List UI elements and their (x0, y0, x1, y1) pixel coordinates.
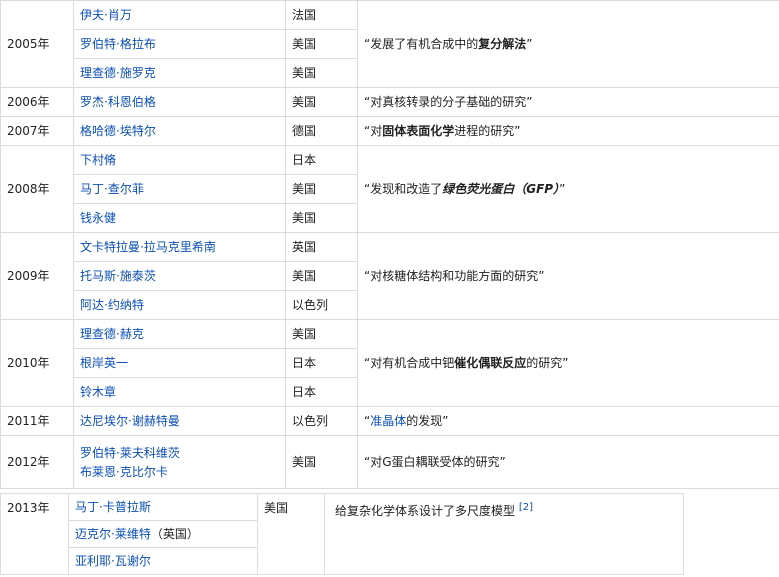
year-cell: 2010年 (0, 319, 74, 407)
year-cell: 2008年 (0, 145, 74, 233)
achievement-bold: 复分解法 (478, 37, 527, 51)
table-row: 2006年 罗杰·科恩伯格 美国 “对真核转录的分子基础的研究” (0, 87, 779, 117)
laureate-link[interactable]: 罗伯特·格拉布 (73, 29, 286, 59)
table-row: 2005年 伊夫·肖万 法国 “发展了有机合成中的复分解法” (0, 0, 779, 88)
laureate-link[interactable]: 铃木章 (73, 377, 286, 407)
laureate-link[interactable]: 达尼埃尔·谢赫特曼 (73, 406, 286, 436)
country-cell: 美国 (257, 493, 325, 575)
year-cell: 2013年 (0, 493, 69, 575)
table-row: 2009年 文卡特拉曼·拉马克里希南 英国 “对核糖体结构和功能方面的研究” (0, 232, 779, 320)
quasicrystal-link[interactable]: 准晶体 (370, 414, 406, 428)
achievement-cell: “发现和改造了绿色荧光蛋白（GFP）” (357, 145, 779, 233)
country-cell: 法国 (285, 0, 358, 30)
laureate-link[interactable]: 理查德·赫克 (73, 319, 286, 349)
table-row: 2012年 罗伯特·莱夫科维茨 布莱恩·克比尔卡 美国 “对G蛋白耦联受体的研究… (0, 435, 779, 489)
laureate-link[interactable]: 罗伯特·莱夫科维茨 (80, 445, 279, 461)
table-row: 2011年 达尼埃尔·谢赫特曼 以色列 “准晶体的发现” (0, 406, 779, 436)
achievement-cell: 给复杂化学体系设计了多尺度模型 [2] (324, 493, 684, 575)
country-cell: 美国 (285, 29, 358, 59)
achievement-text: “对 (364, 124, 383, 138)
achievement-text: 进程的研究” (454, 124, 521, 138)
laureate-link[interactable]: 下村脩 (73, 145, 286, 175)
achievement-cell: “对核糖体结构和功能方面的研究” (357, 232, 779, 320)
laureate-link[interactable]: 托马斯·施泰茨 (73, 261, 286, 291)
achievement-bold: 绿色荧光蛋白（GFP） (442, 182, 560, 196)
laureate-link[interactable]: 马丁·查尔菲 (73, 174, 286, 204)
laureate-link[interactable]: 阿达·约纳特 (73, 290, 286, 320)
laureate-names-cell: 罗伯特·莱夫科维茨 布莱恩·克比尔卡 (73, 435, 286, 489)
laureate-link[interactable]: 根岸英一 (73, 348, 286, 378)
achievement-cell: “发展了有机合成中的复分解法” (357, 0, 779, 88)
laureate-link[interactable]: 亚利耶·瓦谢尔 (68, 547, 258, 575)
laureate-link[interactable]: 伊夫·肖万 (73, 0, 286, 30)
laureate-link[interactable]: 文卡特拉曼·拉马克里希南 (73, 232, 286, 262)
country-cell: 以色列 (285, 406, 358, 436)
country-cell: 美国 (285, 203, 358, 233)
nobel-2013-table: 2013年 马丁·卡普拉斯 美国 给复杂化学体系设计了多尺度模型 [2] 迈克尔… (0, 493, 684, 575)
achievement-text: ” (559, 182, 566, 196)
laureate-link[interactable]: 格哈德·埃特尔 (73, 116, 286, 146)
achievement-bold: 固体表面化学 (382, 124, 455, 138)
laureate-names-cell: 迈克尔·莱维特（英国） (68, 520, 258, 548)
nobel-chemistry-table: 2005年 伊夫·肖万 法国 “发展了有机合成中的复分解法” 罗伯特·格拉布 美… (0, 0, 779, 489)
achievement-text: “对有机合成中钯 (364, 356, 455, 370)
table-row: 2007年 格哈德·埃特尔 德国 “对固体表面化学进程的研究” (0, 116, 779, 146)
achievement-cell: “准晶体的发现” (357, 406, 779, 436)
laureate-link[interactable]: 罗杰·科恩伯格 (73, 87, 286, 117)
country-cell: 日本 (285, 377, 358, 407)
laureate-link[interactable]: 钱永健 (73, 203, 286, 233)
country-cell: 日本 (285, 145, 358, 175)
country-cell: 美国 (285, 435, 358, 489)
country-cell: 美国 (285, 261, 358, 291)
achievement-cell: “对G蛋白耦联受体的研究” (357, 435, 779, 489)
year-cell: 2005年 (0, 0, 74, 88)
country-cell: 美国 (285, 58, 358, 88)
year-cell: 2012年 (0, 435, 74, 489)
table-row: 2010年 理查德·赫克 美国 “对有机合成中钯催化偶联反应的研究” (0, 319, 779, 407)
country-cell: 日本 (285, 348, 358, 378)
achievement-text: 的发现” (406, 414, 449, 428)
laureate-link[interactable]: 布莱恩·克比尔卡 (80, 464, 279, 480)
country-cell: 德国 (285, 116, 358, 146)
year-cell: 2011年 (0, 406, 74, 436)
achievement-cell: “对真核转录的分子基础的研究” (357, 87, 779, 117)
year-cell: 2007年 (0, 116, 74, 146)
table-row: 2008年 下村脩 日本 “发现和改造了绿色荧光蛋白（GFP）” (0, 145, 779, 233)
table-row: 2013年 马丁·卡普拉斯 美国 给复杂化学体系设计了多尺度模型 [2] (0, 493, 684, 575)
achievement-text: “发现和改造了 (364, 182, 443, 196)
year-cell: 2009年 (0, 232, 74, 320)
nationality-note: （英国） (150, 527, 199, 541)
achievement-text: 给复杂化学体系设计了多尺度模型 (335, 504, 516, 518)
reference-link[interactable]: [2] (519, 502, 533, 513)
laureate-link[interactable]: 理查德·施罗克 (73, 58, 286, 88)
achievement-text: 的研究” (526, 356, 569, 370)
achievement-cell: “对固体表面化学进程的研究” (357, 116, 779, 146)
achievement-text: “发展了有机合成中的 (364, 37, 479, 51)
country-cell: 以色列 (285, 290, 358, 320)
country-cell: 美国 (285, 319, 358, 349)
achievement-text: ” (526, 37, 533, 51)
country-cell: 英国 (285, 232, 358, 262)
laureate-link[interactable]: 马丁·卡普拉斯 (68, 493, 258, 521)
achievement-cell: “对有机合成中钯催化偶联反应的研究” (357, 319, 779, 407)
country-cell: 美国 (285, 174, 358, 204)
year-cell: 2006年 (0, 87, 74, 117)
achievement-bold: 催化偶联反应 (454, 356, 527, 370)
country-cell: 美国 (285, 87, 358, 117)
laureate-link[interactable]: 迈克尔·莱维特 (75, 527, 151, 541)
